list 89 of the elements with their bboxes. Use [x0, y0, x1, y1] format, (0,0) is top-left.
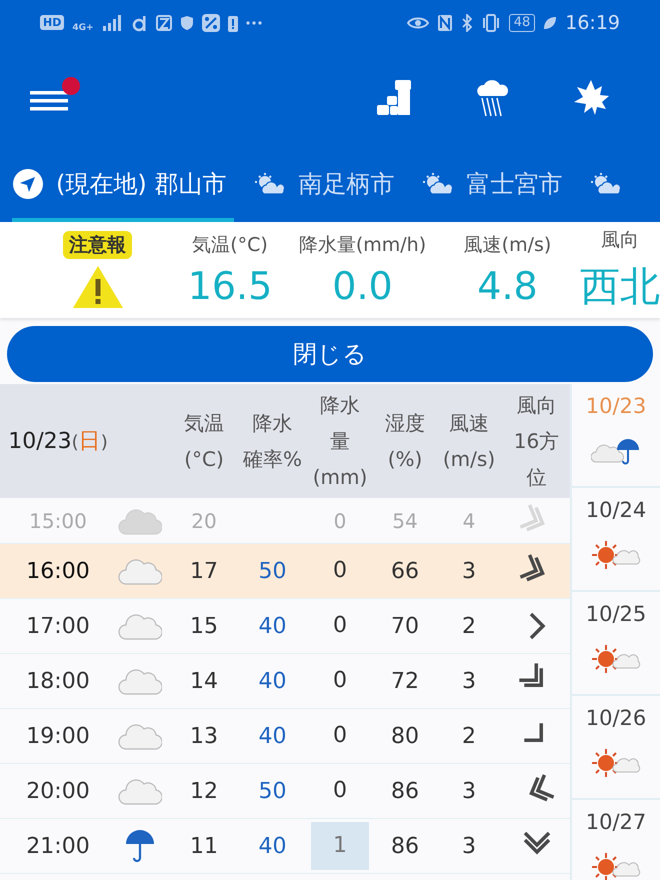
temperature-cell: 15 — [190, 614, 218, 638]
temperature-cell: 12 — [190, 778, 218, 804]
warning-icon — [72, 265, 124, 309]
probability-cell: 40 — [258, 724, 286, 748]
precipitation-cell-text: 0 — [332, 722, 348, 750]
temperature-cell: 13 — [190, 724, 218, 748]
close-button[interactable]: 閉じる — [7, 326, 653, 382]
precipitation-cell-text: 0 — [332, 667, 348, 695]
eye-icon — [406, 16, 429, 30]
network-label: 4G+ — [72, 22, 94, 32]
sun-cloud-icon — [591, 852, 641, 880]
reading-value: 西北 — [580, 262, 660, 312]
more-icon — [246, 20, 262, 24]
probability-cell: 40 — [258, 614, 286, 638]
hd-indicator: HD — [40, 15, 64, 30]
reading-value: 16.5 — [188, 264, 272, 308]
hour-cell: 16:00 — [26, 558, 90, 584]
precipitation-cell-text: 0 — [332, 612, 348, 640]
wind-speed-cell: 4 — [462, 508, 476, 532]
column-header: 湿度 (%) — [385, 410, 425, 473]
sun-cloud-icon — [591, 644, 641, 674]
signal-icon — [102, 14, 124, 32]
column-header: 気温 (°C) — [184, 410, 224, 473]
forecast-row[interactable]: 16:00 17 50 0 66 3 — [0, 544, 570, 599]
probability-cell: 40 — [258, 834, 286, 858]
shield-icon — [180, 14, 194, 30]
humidity-cell: 86 — [391, 834, 419, 858]
temperature-cell: 20 — [191, 508, 217, 532]
precipitation-cell-text: 0 — [332, 777, 348, 805]
precipitation-cell: 1 — [311, 822, 369, 870]
leaf-icon — [543, 16, 558, 30]
precipitation-cell-text: 0 — [332, 508, 348, 534]
hour-cell: 17:00 — [26, 614, 90, 638]
humidity-cell: 86 — [391, 778, 419, 804]
temperature-cell: 14 — [190, 668, 218, 694]
wind-speed-cell: 2 — [462, 614, 476, 638]
hour-cell: 18:00 — [26, 668, 90, 694]
wind-speed-cell: 3 — [462, 668, 476, 694]
wind-speed-cell: 3 — [462, 834, 476, 858]
nfc-icon — [436, 14, 453, 32]
percent-icon — [202, 14, 220, 32]
sun-cloud-icon — [422, 172, 454, 196]
reading-label: 気温(°C) — [192, 233, 268, 258]
reading-label: 風速(m/s) — [464, 233, 552, 258]
probability-cell: 50 — [258, 558, 286, 584]
probability-cell: 40 — [258, 668, 286, 694]
reading-label: 風向 — [601, 228, 639, 252]
reading-value: 0.0 — [332, 264, 393, 308]
wind-speed-cell: 2 — [462, 724, 476, 748]
advisory-badge: 注意報 — [63, 231, 132, 259]
hour-cell: 19:00 — [26, 724, 90, 748]
battery-level: 48 — [508, 14, 536, 32]
temperature-cell: 17 — [190, 558, 218, 584]
city-tab[interactable]: 富士宮市 — [422, 150, 570, 222]
precipitation-cell-text: 0 — [332, 557, 348, 585]
humidity-cell: 54 — [392, 508, 418, 532]
column-header: 風速 (m/s) — [442, 410, 496, 473]
steps-icon[interactable] — [376, 78, 414, 116]
sun-cloud-icon — [591, 540, 641, 570]
reading-label: 降水量(mm/h) — [298, 233, 426, 258]
temperature-cell: 11 — [190, 834, 218, 858]
umbrella-icon — [125, 829, 155, 863]
wind-speed-cell: 3 — [462, 558, 476, 584]
clock: 16:19 — [565, 12, 620, 34]
sun-cloud-icon — [590, 172, 622, 196]
vibrate-icon — [480, 14, 501, 32]
hour-cell: 21:00 — [26, 834, 90, 858]
column-header: 降水 確率% — [242, 410, 302, 473]
column-header: 降水 量 (mm) — [312, 392, 368, 491]
humidity-cell: 70 — [391, 614, 419, 638]
hour-cell: 20:00 — [26, 778, 90, 804]
city-tab[interactable]: 南足柄市 — [254, 150, 402, 222]
bluetooth-icon — [460, 14, 473, 32]
humidity-cell: 66 — [391, 558, 419, 584]
humidity-cell: 72 — [391, 668, 419, 694]
app-icon — [156, 14, 172, 30]
column-header: 風向 16方 位 — [514, 392, 560, 491]
cloud-umbrella-icon — [591, 436, 641, 466]
forecast-row[interactable]: 21:00 11 40 1 86 3 — [0, 819, 570, 874]
probability-cell: 50 — [258, 778, 286, 804]
humidity-cell: 80 — [391, 724, 419, 748]
hour-cell: 15:00 — [29, 508, 87, 532]
sun-cloud-icon — [591, 748, 641, 778]
sun-cloud-icon — [254, 172, 286, 196]
battery-alert-icon — [228, 14, 238, 32]
reading-value: 4.8 — [477, 264, 538, 308]
date-heading: 10/23(日) — [7, 428, 109, 456]
app-icon — [132, 14, 148, 32]
wind-speed-cell: 3 — [462, 778, 476, 804]
